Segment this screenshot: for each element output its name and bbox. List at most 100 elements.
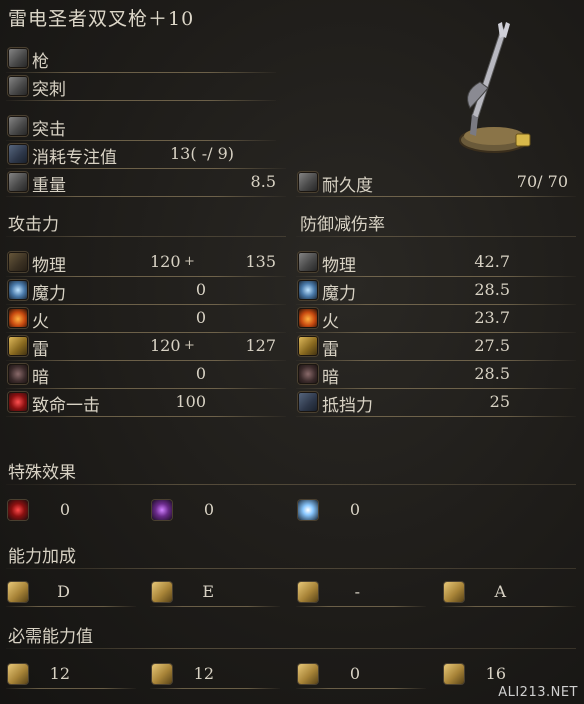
attack-base-value: 0	[195, 308, 206, 327]
divider	[296, 388, 576, 389]
durability-value: 70/ 70	[516, 172, 568, 191]
dexterity-requirement: 12	[193, 664, 214, 683]
divider	[6, 688, 136, 689]
strength-scaling: D	[57, 582, 70, 601]
divider	[6, 606, 136, 607]
special-effects-header: 特殊效果	[8, 463, 76, 483]
defense-value: 28.5	[474, 280, 510, 299]
defense-value: 25	[489, 392, 510, 411]
poison-value: 0	[203, 500, 214, 519]
divider	[6, 388, 286, 389]
requirements-header: 必需能力值	[8, 627, 93, 647]
weapon-title: 雷电圣者双叉枪＋10	[8, 8, 195, 30]
weapon-type-icon	[8, 48, 28, 68]
durability-label: 耐久度	[322, 176, 373, 196]
magic-attack-icon	[8, 280, 28, 300]
attack-base-value: 0	[195, 280, 206, 299]
intelligence-requirement: 0	[349, 664, 360, 683]
divider	[296, 606, 426, 607]
divider	[296, 276, 576, 277]
faith-icon	[444, 582, 464, 602]
divider	[6, 648, 576, 649]
attack-total-value: 135	[245, 252, 276, 271]
defense-label: 魔力	[322, 284, 356, 304]
attack-base-value: 120	[150, 252, 181, 271]
skill-icon	[8, 116, 28, 136]
strength-icon	[8, 664, 28, 684]
divider	[296, 360, 576, 361]
skill-label: 突击	[32, 120, 66, 140]
divider	[6, 416, 286, 417]
attack-type-icon	[8, 76, 28, 96]
frost-icon	[298, 500, 318, 520]
faith-requirement: 16	[485, 664, 506, 683]
divider	[296, 416, 576, 417]
defense-value: 28.5	[474, 364, 510, 383]
attack-base-value: 120	[150, 336, 181, 355]
divider	[296, 196, 576, 197]
lightning-defense-icon	[298, 336, 318, 356]
defense-label: 抵挡力	[322, 396, 373, 416]
dexterity-scaling: E	[202, 582, 214, 601]
intelligence-icon	[298, 582, 318, 602]
weight-label: 重量	[32, 176, 66, 196]
divider	[6, 484, 576, 485]
physical-attack-icon	[8, 252, 28, 272]
divider	[6, 168, 286, 169]
divider	[6, 568, 576, 569]
bleed-value: 0	[59, 500, 70, 519]
divider	[442, 606, 576, 607]
attack-label: 魔力	[32, 284, 66, 304]
divider	[296, 332, 576, 333]
defense-label: 暗	[322, 368, 339, 388]
divider	[6, 100, 276, 101]
defense-label: 火	[322, 312, 339, 332]
intelligence-scaling: -	[354, 582, 360, 601]
attack-total-value: 127	[245, 336, 276, 355]
watermark: ALI213.NET	[498, 685, 578, 700]
critical-attack-icon	[8, 392, 28, 412]
defense-label: 物理	[322, 256, 356, 276]
dexterity-icon	[152, 582, 172, 602]
divider	[6, 360, 286, 361]
attack-label: 物理	[32, 256, 66, 276]
intelligence-icon	[298, 664, 318, 684]
attack-base-value: 100	[175, 392, 206, 411]
attack-plus-sign: +	[184, 254, 195, 269]
dexterity-icon	[152, 664, 172, 684]
divider	[6, 140, 276, 141]
fp-cost-label: 消耗专注值	[32, 148, 117, 168]
defense-value: 27.5	[474, 336, 510, 355]
defense-label: 雷	[322, 340, 339, 360]
fp-cost-icon	[8, 144, 28, 164]
divider	[6, 332, 286, 333]
divider	[6, 304, 286, 305]
divider	[150, 606, 280, 607]
weight-value: 8.5	[250, 172, 276, 191]
attack-label: 火	[32, 312, 49, 332]
divider	[6, 276, 286, 277]
defense-value: 23.7	[474, 308, 510, 327]
fire-defense-icon	[298, 308, 318, 328]
attack-label: 雷	[32, 340, 49, 360]
weight-icon	[8, 172, 28, 192]
strength-icon	[8, 582, 28, 602]
divider	[150, 688, 280, 689]
attack-type-label: 突刺	[32, 80, 66, 100]
dark-attack-icon	[8, 364, 28, 384]
poison-icon	[152, 500, 172, 520]
attack-label: 暗	[32, 368, 49, 388]
dark-defense-icon	[298, 364, 318, 384]
faith-icon	[444, 664, 464, 684]
strength-requirement: 12	[49, 664, 70, 683]
divider	[296, 688, 426, 689]
defense-value: 42.7	[474, 252, 510, 271]
divider	[6, 196, 286, 197]
divider	[6, 236, 286, 237]
weapon-image	[459, 22, 531, 153]
attack-base-value: 0	[195, 364, 206, 383]
lightning-attack-icon	[8, 336, 28, 356]
attack-power-header: 攻击力	[8, 215, 59, 235]
stability-icon	[298, 392, 318, 412]
bleed-icon	[8, 500, 28, 520]
